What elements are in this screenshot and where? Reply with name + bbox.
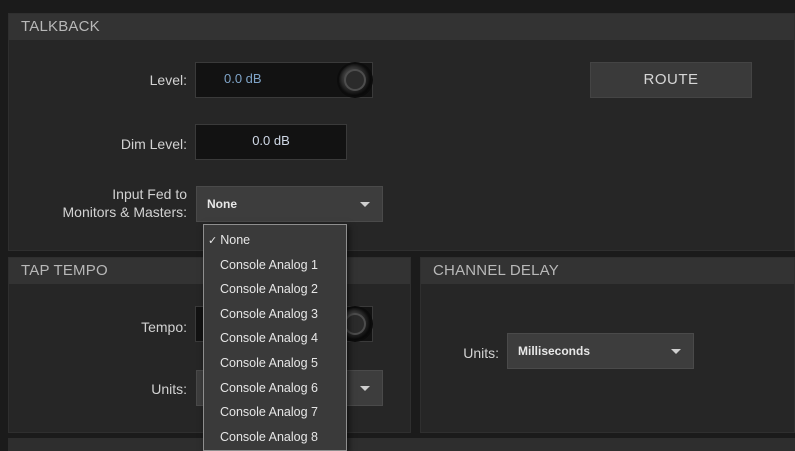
- tempo-label: Tempo:: [141, 319, 187, 335]
- delay-units-value: Milliseconds: [518, 344, 591, 358]
- menu-item-console-analog-5[interactable]: Console Analog 5: [204, 351, 346, 376]
- menu-item-console-analog-8[interactable]: Console Analog 8: [204, 425, 346, 450]
- menu-item-console-analog-2[interactable]: Console Analog 2: [204, 277, 346, 302]
- dim-level-field[interactable]: 0.0 dB: [195, 124, 347, 160]
- route-button[interactable]: ROUTE: [590, 62, 752, 98]
- menu-item-console-analog-4[interactable]: Console Analog 4: [204, 326, 346, 351]
- checkmark-icon: ✓: [208, 235, 218, 247]
- input-fed-dropdown-menu: ✓ None Console Analog 1 Console Analog 2 …: [203, 224, 347, 451]
- knob-cap: [346, 315, 364, 333]
- chevron-down-icon: [360, 386, 370, 391]
- tap-units-label: Units:: [151, 381, 187, 397]
- level-label: Level:: [149, 72, 187, 88]
- knob-cap: [346, 71, 364, 89]
- level-value: 0.0 dB: [224, 71, 262, 86]
- menu-item-console-analog-7[interactable]: Console Analog 7: [204, 400, 346, 425]
- delay-units-label: Units:: [463, 345, 499, 361]
- input-fed-value: None: [207, 197, 237, 211]
- input-fed-label-line2: Monitors & Masters:: [62, 204, 187, 220]
- menu-item-console-analog-6[interactable]: Console Analog 6: [204, 376, 346, 401]
- input-fed-select[interactable]: None: [196, 186, 383, 222]
- channel-delay-panel: CHANNEL DELAY Units: Milliseconds: [420, 257, 795, 433]
- talkback-panel: TALKBACK Level: 0.0 dB ROUTE Dim Level: …: [8, 13, 795, 251]
- menu-item-label: None: [220, 233, 251, 247]
- input-fed-label-line1: Input Fed to: [112, 186, 187, 202]
- settings-window: TALKBACK Level: 0.0 dB ROUTE Dim Level: …: [0, 0, 795, 451]
- channel-delay-header: CHANNEL DELAY: [421, 258, 794, 284]
- dim-level-value: 0.0 dB: [252, 133, 290, 148]
- chevron-down-icon: [671, 349, 681, 354]
- next-panel-header: [8, 438, 795, 451]
- input-fed-label: Input Fed to Monitors & Masters:: [19, 185, 187, 221]
- menu-item-none[interactable]: ✓ None: [204, 228, 346, 253]
- dim-level-label: Dim Level:: [120, 136, 187, 152]
- menu-item-console-analog-3[interactable]: Console Analog 3: [204, 302, 346, 327]
- chevron-down-icon: [360, 202, 370, 207]
- level-knob[interactable]: [339, 64, 371, 96]
- delay-units-select[interactable]: Milliseconds: [507, 333, 694, 369]
- talkback-header: TALKBACK: [9, 14, 794, 40]
- menu-item-console-analog-1[interactable]: Console Analog 1: [204, 253, 346, 278]
